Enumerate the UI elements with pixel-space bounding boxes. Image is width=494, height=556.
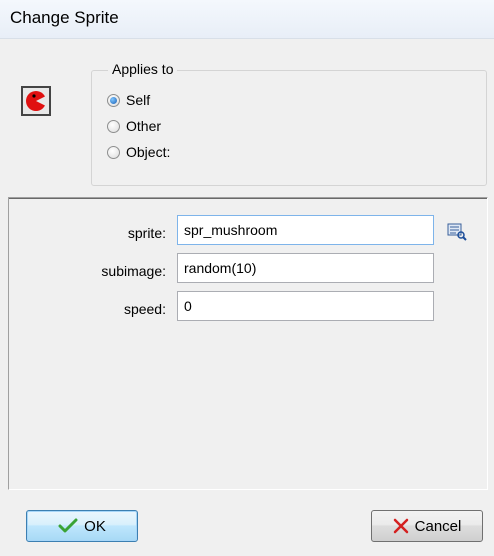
ok-button-label: OK	[84, 517, 106, 535]
radio-label-self: Self	[126, 92, 151, 108]
check-icon	[58, 518, 78, 533]
pacman-sprite-icon	[26, 91, 46, 111]
applies-to-legend: Applies to	[108, 61, 178, 77]
cancel-button-label: Cancel	[414, 517, 462, 535]
close-icon	[393, 518, 408, 534]
speed-field[interactable]: 0	[177, 291, 434, 321]
radio-object[interactable]: Object:	[107, 141, 170, 163]
radio-label-object: Object:	[126, 144, 171, 160]
radio-button-self[interactable]	[107, 93, 120, 107]
sprite-picker-button[interactable]	[446, 220, 468, 242]
radio-self[interactable]: Self	[107, 89, 150, 111]
radio-other[interactable]: Other	[107, 115, 161, 137]
radio-button-other[interactable]	[107, 119, 120, 133]
window-title: Change Sprite	[10, 8, 119, 27]
radio-button-object[interactable]	[107, 145, 120, 159]
subimage-label: subimage:	[101, 263, 166, 279]
change-sprite-dialog: Change Sprite Applies to Self Other Obje…	[0, 0, 494, 556]
title-bar[interactable]: Change Sprite	[0, 0, 494, 39]
sprite-action-icon	[21, 86, 51, 116]
sprite-field[interactable]: spr_mushroom	[177, 215, 434, 245]
ok-button[interactable]: OK	[26, 510, 138, 542]
sprite-picker-icon	[447, 223, 467, 241]
sprite-label: sprite:	[127, 225, 166, 241]
subimage-field[interactable]: random(10)	[177, 253, 434, 283]
radio-label-other: Other	[126, 118, 162, 134]
speed-label: speed:	[123, 301, 166, 317]
cancel-button[interactable]: Cancel	[371, 510, 483, 542]
